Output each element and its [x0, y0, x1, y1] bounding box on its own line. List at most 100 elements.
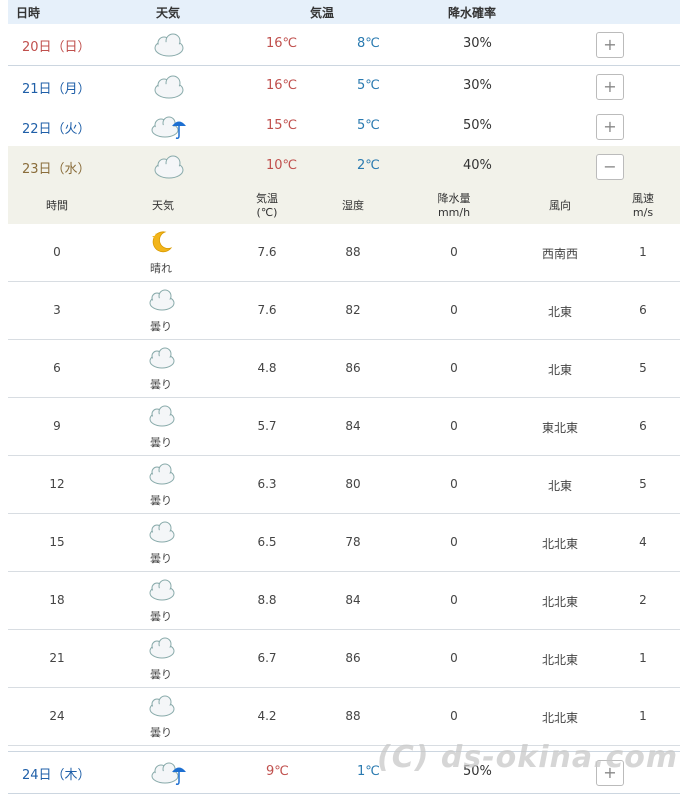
hourly-humidity: 84	[345, 419, 361, 433]
hourly-temp: 6.3	[257, 477, 277, 491]
hourly-temp: 5.7	[257, 419, 277, 433]
hourly-header-wind-dir: 風向	[549, 199, 571, 212]
hourly-temp: 8.8	[257, 593, 277, 607]
cloud-icon	[149, 463, 175, 485]
hourly-humidity: 80	[345, 477, 361, 491]
hourly-time: 9	[53, 419, 61, 433]
hourly-wind-speed: 6	[639, 303, 647, 317]
hourly-weather-label: 晴れ	[150, 262, 172, 275]
hourly-wind-dir: 東北東	[541, 421, 578, 435]
cloud-umbrella-icon	[151, 116, 186, 139]
hourly-time: 6	[53, 361, 61, 375]
cloud-icon	[149, 579, 175, 601]
day-date: 21日（月）	[22, 82, 91, 97]
hourly-temp: 4.2	[257, 709, 277, 723]
day-row-expanded[interactable]: 23日（水） 10℃ 2℃ 40% −	[8, 146, 680, 188]
hourly-time: 3	[53, 303, 61, 317]
hourly-wind-speed: 5	[639, 477, 647, 491]
hourly-header-weather: 天気	[152, 199, 174, 212]
day-pop: 30%	[463, 78, 492, 93]
hourly-weather-label: 曇り	[150, 436, 172, 449]
hourly-humidity: 82	[345, 303, 361, 317]
hourly-humidity: 78	[345, 535, 361, 549]
day-pop: 50%	[463, 764, 492, 779]
day-low-temp: 2℃	[357, 158, 380, 173]
hourly-humidity: 88	[345, 709, 361, 723]
hourly-time: 24	[49, 709, 65, 723]
cloud-umbrella-icon	[151, 762, 186, 785]
cloud-icon	[149, 637, 175, 659]
hourly-precip: 0	[450, 477, 458, 491]
hourly-precip: 0	[450, 593, 458, 607]
hourly-wind-dir: 北東	[547, 305, 572, 319]
hourly-row: 0 7.6 88 0 西南西 1 晴れ	[8, 224, 680, 282]
hourly-weather-label: 曇り	[150, 320, 172, 333]
hourly-weather-label: 曇り	[150, 610, 172, 623]
day-pop: 50%	[463, 118, 492, 133]
expand-button[interactable]: +	[596, 74, 624, 100]
hourly-precip: 0	[450, 651, 458, 665]
hourly-weather-label: 曇り	[150, 668, 172, 681]
hourly-wind-dir: 西南西	[541, 247, 578, 261]
hourly-header-humidity: 湿度	[342, 199, 364, 212]
hourly-wind-speed: 5	[639, 361, 647, 375]
day-row[interactable]: 21日（月） 16℃ 5℃ 30% +	[8, 66, 680, 108]
hourly-time: 12	[49, 477, 65, 491]
hourly-wind-dir: 北北東	[541, 537, 578, 551]
header-date-label: 日時	[16, 6, 41, 20]
hourly-wind-speed: 6	[639, 419, 647, 433]
header-temp-label: 気温	[310, 6, 335, 20]
hourly-weather-label: 曇り	[150, 494, 172, 507]
hourly-wind-dir: 北東	[547, 363, 572, 377]
hourly-precip: 0	[450, 303, 458, 317]
hourly-header-wind-speed: 風速	[632, 192, 654, 205]
hourly-row: 21 6.7 86 0 北北東 1 曇り	[8, 630, 680, 688]
hourly-wind-speed: 4	[639, 535, 647, 549]
cloud-icon	[149, 347, 175, 369]
hourly-wind-dir: 北北東	[541, 595, 578, 609]
header-pop-label: 降水確率	[448, 6, 497, 20]
hourly-row: 18 8.8 84 0 北北東 2 曇り	[8, 572, 680, 630]
hourly-time: 0	[53, 245, 61, 259]
hourly-header-precip: 降水量	[437, 192, 471, 205]
cloud-icon	[154, 155, 184, 179]
hourly-humidity: 84	[345, 593, 361, 607]
header-weather-label: 天気	[156, 6, 181, 20]
day-date: 23日（水）	[22, 162, 91, 177]
hourly-temp: 7.6	[257, 245, 277, 259]
expand-button[interactable]: +	[596, 32, 624, 58]
forecast-header: 日時 天気 気温 降水確率	[8, 0, 680, 24]
day-high-temp: 10℃	[266, 158, 298, 173]
day-pop: 30%	[463, 36, 492, 51]
expand-button[interactable]: +	[596, 114, 624, 140]
hourly-temp: 6.7	[257, 651, 277, 665]
hourly-humidity: 88	[345, 245, 361, 259]
day-row[interactable]: 20日（日） 16℃ 8℃ 30% +	[8, 24, 680, 66]
day-low-temp: 5℃	[357, 78, 380, 93]
hourly-header: 時間 天気 気温 (℃) 湿度 降水量 mm/h 風向 風速 m/s	[8, 188, 680, 224]
expand-button[interactable]: +	[596, 760, 624, 786]
day-date: 22日（火）	[22, 122, 91, 137]
day-row[interactable]: 24日（木） 9℃ 1℃ 50% +	[8, 752, 680, 794]
hourly-wind-dir: 北東	[547, 479, 572, 493]
hourly-precip: 0	[450, 361, 458, 375]
day-high-temp: 9℃	[266, 764, 289, 779]
day-low-temp: 1℃	[357, 764, 380, 779]
hourly-row: 24 4.2 88 0 北北東 1 曇り	[8, 688, 680, 746]
hourly-wind-speed: 1	[639, 651, 647, 665]
hourly-header-precip-unit: mm/h	[437, 206, 471, 219]
hourly-precip: 0	[450, 709, 458, 723]
hourly-row: 12 6.3 80 0 北東 5 曇り	[8, 456, 680, 514]
hourly-humidity: 86	[345, 651, 361, 665]
hourly-precip: 0	[450, 245, 458, 259]
hourly-humidity: 86	[345, 361, 361, 375]
day-row[interactable]: 22日（火） 15℃ 5℃ 50% +	[8, 106, 680, 148]
hourly-row: 3 7.6 82 0 北東 6 曇り	[8, 282, 680, 340]
hourly-time: 18	[49, 593, 65, 607]
cloud-icon	[149, 521, 175, 543]
hourly-header-time: 時間	[46, 199, 68, 212]
hourly-precip: 0	[450, 419, 458, 433]
collapse-button[interactable]: −	[596, 154, 624, 180]
day-low-temp: 5℃	[357, 118, 380, 133]
day-pop: 40%	[463, 158, 492, 173]
